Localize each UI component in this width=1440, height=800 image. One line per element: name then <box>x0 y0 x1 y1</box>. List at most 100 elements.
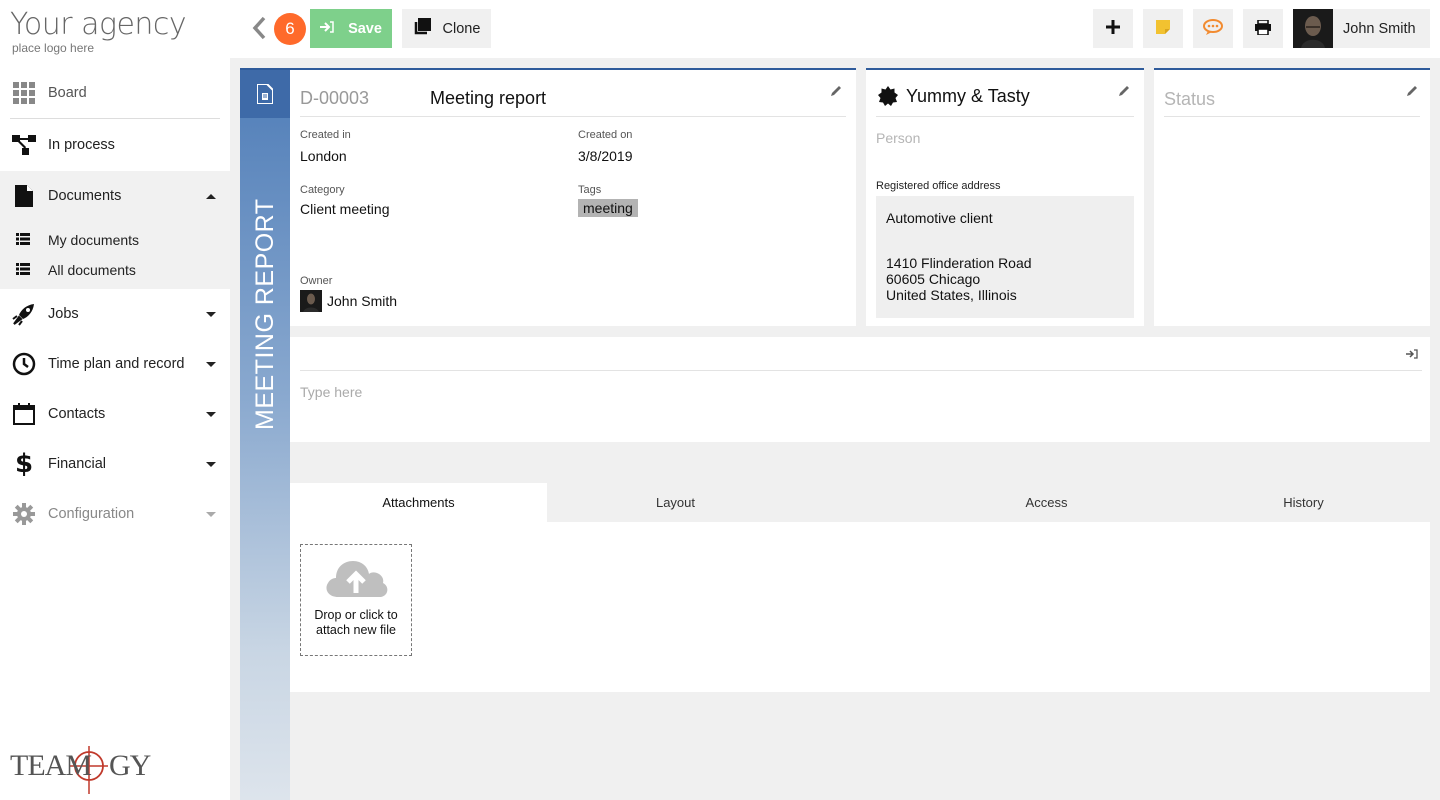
nav-label: Time plan and record <box>48 356 185 372</box>
tab-access[interactable]: Access <box>918 483 1175 522</box>
document-type-label: MEETING REPORT <box>250 198 279 430</box>
nav-item-jobs[interactable]: Jobs <box>0 289 230 339</box>
nav-item-board[interactable]: Board <box>0 68 230 118</box>
sidebar-item-all-documents[interactable]: All documents <box>0 255 230 285</box>
sidebar: Your agency place logo here Board In pro… <box>0 0 230 800</box>
grid-icon <box>12 81 36 105</box>
cloud-upload-icon <box>324 553 388 602</box>
agency-logo[interactable]: Your agency place logo here <box>10 8 210 58</box>
tab-layout[interactable]: Layout <box>547 483 804 522</box>
divider <box>300 116 846 117</box>
document-type-icon[interactable] <box>240 70 290 118</box>
status-field[interactable]: Status <box>1164 89 1215 110</box>
address-label: Registered office address <box>876 180 1001 192</box>
list-icon <box>16 232 32 248</box>
dropzone-line: Drop or click to <box>314 608 398 622</box>
tab-history[interactable]: History <box>1175 483 1432 522</box>
save-label: Save <box>348 20 382 37</box>
category-label: Category <box>300 184 345 196</box>
add-button[interactable] <box>1093 9 1133 48</box>
comments-button[interactable] <box>1193 9 1233 48</box>
chevron-up-icon <box>206 193 216 199</box>
nav-label: Board <box>48 85 87 101</box>
address-name: Automotive client <box>886 210 993 226</box>
created-on-label: Created on <box>578 129 633 141</box>
sticky-note-icon <box>1156 20 1170 37</box>
avatar <box>1293 9 1333 48</box>
document-id: D-00003 <box>300 88 370 108</box>
nav-item-in-process[interactable]: In process <box>0 119 230 171</box>
notes-card: Type here <box>290 337 1430 442</box>
file-dropzone[interactable]: Drop or click to attach new file <box>300 544 412 656</box>
gear-icon <box>12 502 36 526</box>
address-line: 1410 Flinderation Road <box>886 255 1032 271</box>
nav-item-contacts[interactable]: Contacts <box>0 389 230 439</box>
sidebar-item-my-documents[interactable]: My documents <box>0 225 230 255</box>
svg-text:TEAM: TEAM <box>10 749 91 782</box>
notes-input[interactable]: Type here <box>300 384 362 400</box>
chevron-down-icon <box>206 361 216 367</box>
status-card: Status <box>1154 68 1430 326</box>
clone-icon <box>413 17 431 40</box>
nav-label: In process <box>48 137 115 153</box>
company-name[interactable]: Yummy & Tasty <box>906 86 1030 107</box>
nav-item-configuration[interactable]: Configuration <box>0 489 230 539</box>
sticky-note-button[interactable] <box>1143 9 1183 48</box>
dropzone-text: Drop or click to attach new file <box>314 608 397 638</box>
rocket-icon <box>12 302 36 326</box>
edit-pencil-icon[interactable] <box>1118 84 1130 96</box>
address-line: 60605 Chicago <box>886 271 981 287</box>
list-icon <box>16 262 32 278</box>
document-header-card: D-00003 Meeting report Created in London… <box>290 68 856 326</box>
owner-value[interactable]: John Smith <box>327 293 397 309</box>
edit-pencil-icon[interactable] <box>1406 84 1418 96</box>
logo-title: Your agency <box>10 7 187 42</box>
clone-label: Clone <box>442 20 481 37</box>
address-box[interactable]: Automotive client 1410 Flinderation Road… <box>876 196 1134 318</box>
user-name: John Smith <box>1343 20 1416 37</box>
main-nav: Board In process Documents My documents … <box>0 68 230 539</box>
back-icon[interactable] <box>252 16 266 40</box>
nav-item-documents[interactable]: Documents <box>0 171 230 221</box>
category-value[interactable]: Client meeting <box>300 201 390 217</box>
chevron-down-icon <box>206 461 216 467</box>
tabs-bar: Attachments Layout Access History <box>290 483 1430 522</box>
tab-attachments[interactable]: Attachments <box>290 483 547 522</box>
nav-label: All documents <box>48 262 136 278</box>
notification-badge[interactable]: 6 <box>274 13 306 45</box>
user-menu[interactable]: John Smith <box>1293 9 1430 48</box>
dropzone-line: attach new file <box>316 623 396 637</box>
document-title[interactable]: Meeting report <box>430 88 546 109</box>
plus-icon <box>1106 20 1120 37</box>
nav-label: Jobs <box>48 306 79 322</box>
nav-label: My documents <box>48 232 140 248</box>
divider <box>300 370 1422 371</box>
svg-text:GY: GY <box>109 749 151 782</box>
print-button[interactable] <box>1243 9 1283 48</box>
printer-icon <box>1255 18 1271 38</box>
nav-label: Configuration <box>48 506 135 522</box>
clock-icon <box>12 352 36 376</box>
document-type-tab: MEETING REPORT <box>240 68 290 800</box>
clone-button[interactable]: Clone <box>402 9 491 48</box>
document-icon <box>12 184 36 208</box>
calendar-icon <box>12 402 36 426</box>
toolbar: 6 Save Clone John Smith <box>230 0 1440 58</box>
avatar <box>300 290 322 312</box>
created-on-value[interactable]: 3/8/2019 <box>578 148 633 164</box>
sign-in-icon[interactable] <box>1406 346 1418 362</box>
nav-item-financial[interactable]: $ Financial <box>0 439 230 489</box>
divider <box>876 116 1134 117</box>
edit-pencil-icon[interactable] <box>830 84 842 96</box>
tag-chip[interactable]: meeting <box>578 199 638 217</box>
created-in-value[interactable]: London <box>300 148 347 164</box>
company-card: Yummy & Tasty Person Registered office a… <box>866 68 1144 326</box>
nav-label: Documents <box>48 188 122 204</box>
owner-label: Owner <box>300 275 333 287</box>
documents-subnav: My documents All documents <box>0 221 230 289</box>
sign-in-icon <box>320 20 334 37</box>
nav-item-time-plan[interactable]: Time plan and record <box>0 339 230 389</box>
nav-label: Financial <box>48 456 107 472</box>
person-field[interactable]: Person <box>876 130 920 146</box>
save-button[interactable]: Save <box>310 9 392 48</box>
